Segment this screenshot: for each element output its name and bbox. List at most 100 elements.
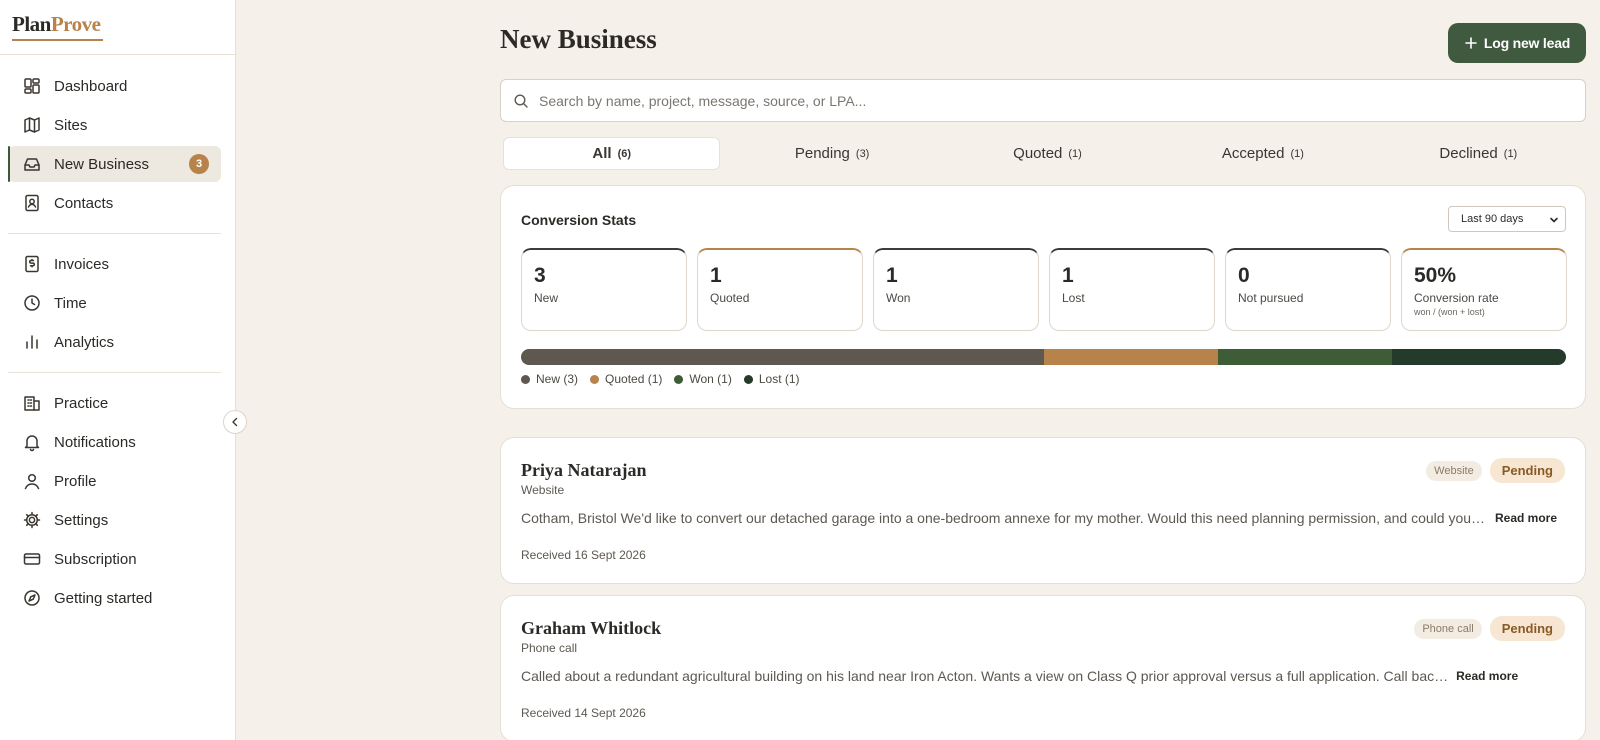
tab-all[interactable]: All (6)	[503, 137, 721, 170]
logo[interactable]: PlanProve	[0, 0, 235, 55]
source-chip: Phone call	[1414, 618, 1482, 639]
legend-dot	[743, 374, 753, 384]
lead-received-date: Received 14 Sept 2026	[521, 706, 646, 720]
stat-cards: 3 New 1 Quoted 1 Won 1 Lost 0 Not pursued 50% Conve…	[521, 248, 1567, 331]
tab-label: All	[592, 145, 612, 162]
distribution-legend: New (3) Quoted (1) Won (1) Lost (1)	[521, 372, 800, 386]
legend-label: Won (1)	[689, 372, 732, 386]
tab-label: Declined	[1439, 145, 1498, 162]
log-new-lead-button[interactable]: Log new lead	[1448, 23, 1586, 63]
gear-icon	[23, 511, 41, 529]
stat-label: New	[534, 291, 559, 305]
legend-label: Quoted (1)	[605, 372, 663, 386]
stat-card: 1 Quoted	[697, 248, 863, 331]
logo-plan: Plan	[12, 12, 51, 36]
stat-value: 0	[1238, 264, 1250, 287]
logo-underline	[12, 39, 103, 41]
sidebar-item-subscription[interactable]: Subscription	[8, 541, 221, 577]
legend-dot	[521, 374, 530, 384]
sidebar-item-analytics[interactable]: Analytics	[8, 324, 221, 360]
lead-message-text: Called about a redundant agricultural bu…	[521, 668, 1449, 684]
stat-label: Quoted	[710, 291, 750, 305]
sidebar-item-label: Sites	[54, 116, 88, 134]
collapse-sidebar-button[interactable]	[223, 410, 247, 434]
sidebar-item-label: Practice	[54, 394, 109, 412]
sidebar-item-label: Time	[54, 294, 87, 312]
sidebar-item-label: Settings	[54, 511, 109, 529]
sidebar-item-getting-started[interactable]: Getting started	[8, 580, 221, 616]
sidebar: PlanProve Dashboard Sites New Business 3 Con…	[0, 0, 236, 740]
stat-value: 1	[886, 264, 898, 287]
chevron-left-icon	[232, 417, 238, 427]
sidebar-item-label: Contacts	[54, 194, 114, 212]
stat-card: 3 New	[521, 248, 687, 331]
sidebar-item-contacts[interactable]: Contacts	[8, 185, 221, 221]
tab-count: (1)	[1290, 147, 1304, 160]
tab-count: (1)	[1503, 147, 1518, 160]
sidebar-item-label: Subscription	[54, 550, 137, 568]
stat-label: Conversion rate	[1414, 291, 1499, 305]
read-more-link[interactable]: Read more	[1456, 669, 1518, 683]
lead-chips: Phone call Pending	[1414, 616, 1565, 641]
date-range-select[interactable]: Last 90 days	[1448, 206, 1566, 232]
lead-name[interactable]: Graham Whitlock	[521, 618, 661, 639]
sidebar-item-new-business[interactable]: New Business 3	[8, 146, 221, 182]
legend-dot	[674, 374, 684, 384]
tab-count: (6)	[617, 147, 632, 160]
sidebar-item-label: Notifications	[54, 433, 136, 451]
tab-declined[interactable]: Declined (1)	[1371, 135, 1586, 172]
stat-value: 1	[710, 264, 722, 287]
card-icon	[23, 553, 41, 565]
lead-chips: Website Pending	[1426, 458, 1565, 483]
legend-dot	[590, 374, 600, 384]
count-badge: 3	[189, 154, 209, 174]
lead-message: Called about a redundant agricultural bu…	[521, 668, 1571, 684]
sidebar-item-practice[interactable]: Practice	[8, 385, 221, 421]
read-more-link[interactable]: Read more	[1495, 511, 1557, 525]
tab-label: Pending	[794, 145, 850, 162]
sidebar-item-sites[interactable]: Sites	[8, 107, 221, 143]
lead-name[interactable]: Priya Natarajan	[521, 460, 646, 481]
sidebar-item-profile[interactable]: Profile	[8, 463, 221, 499]
user-icon	[24, 473, 40, 490]
status-badge: Pending	[1489, 458, 1565, 483]
sidebar-item-label: Dashboard	[54, 77, 128, 95]
plus-icon	[1465, 37, 1477, 49]
map-icon	[24, 117, 40, 133]
stat-card: 1 Won	[873, 248, 1039, 331]
status-badge: Pending	[1489, 616, 1565, 641]
sidebar-item-label: Invoices	[54, 255, 110, 273]
sidebar-item-invoices[interactable]: Invoices	[8, 246, 221, 282]
contacts-icon	[25, 194, 39, 212]
stat-value: 3	[534, 264, 546, 287]
sidebar-divider	[8, 233, 221, 234]
tab-quoted[interactable]: Quoted (1)	[940, 135, 1155, 172]
legend-item: New (3)	[521, 372, 578, 386]
tab-accepted[interactable]: Accepted (1)	[1155, 135, 1370, 172]
tab-label: Accepted	[1221, 145, 1285, 162]
lead-source: Phone call	[521, 641, 578, 655]
sidebar-item-label: Profile	[54, 472, 97, 490]
stat-card: 0 Not pursued	[1225, 248, 1391, 331]
stat-value: 50%	[1414, 264, 1457, 287]
legend-label: Lost (1)	[758, 372, 800, 386]
distribution-segment	[1043, 349, 1218, 365]
conversion-stats-panel: Conversion Stats Last 90 days 3 New 1 Quote…	[500, 185, 1586, 409]
tab-count: (1)	[1068, 147, 1082, 160]
sidebar-divider	[8, 372, 221, 373]
distribution-segment	[521, 349, 1044, 365]
sidebar-item-notifications[interactable]: Notifications	[8, 424, 221, 460]
legend-item: Won (1)	[674, 372, 732, 386]
sidebar-item-dashboard[interactable]: Dashboard	[8, 68, 221, 104]
lead-card[interactable]: Priya Natarajan Website Website Pending Coth…	[500, 437, 1586, 584]
sidebar-item-time[interactable]: Time	[8, 285, 221, 321]
logo-prove: Prove	[50, 12, 101, 36]
search-input[interactable]	[539, 92, 1539, 109]
tab-pending[interactable]: Pending (3)	[724, 135, 939, 172]
legend-item: Lost (1)	[743, 372, 800, 386]
search-box	[500, 79, 1586, 122]
lead-card[interactable]: Graham Whitlock Phone call Phone call Pendi…	[500, 595, 1586, 740]
status-tabs: All (6) Pending (3) Quoted (1) Accepted (1) Decl…	[500, 135, 1586, 172]
bar-chart-icon	[26, 335, 38, 349]
sidebar-item-settings[interactable]: Settings	[8, 502, 221, 538]
